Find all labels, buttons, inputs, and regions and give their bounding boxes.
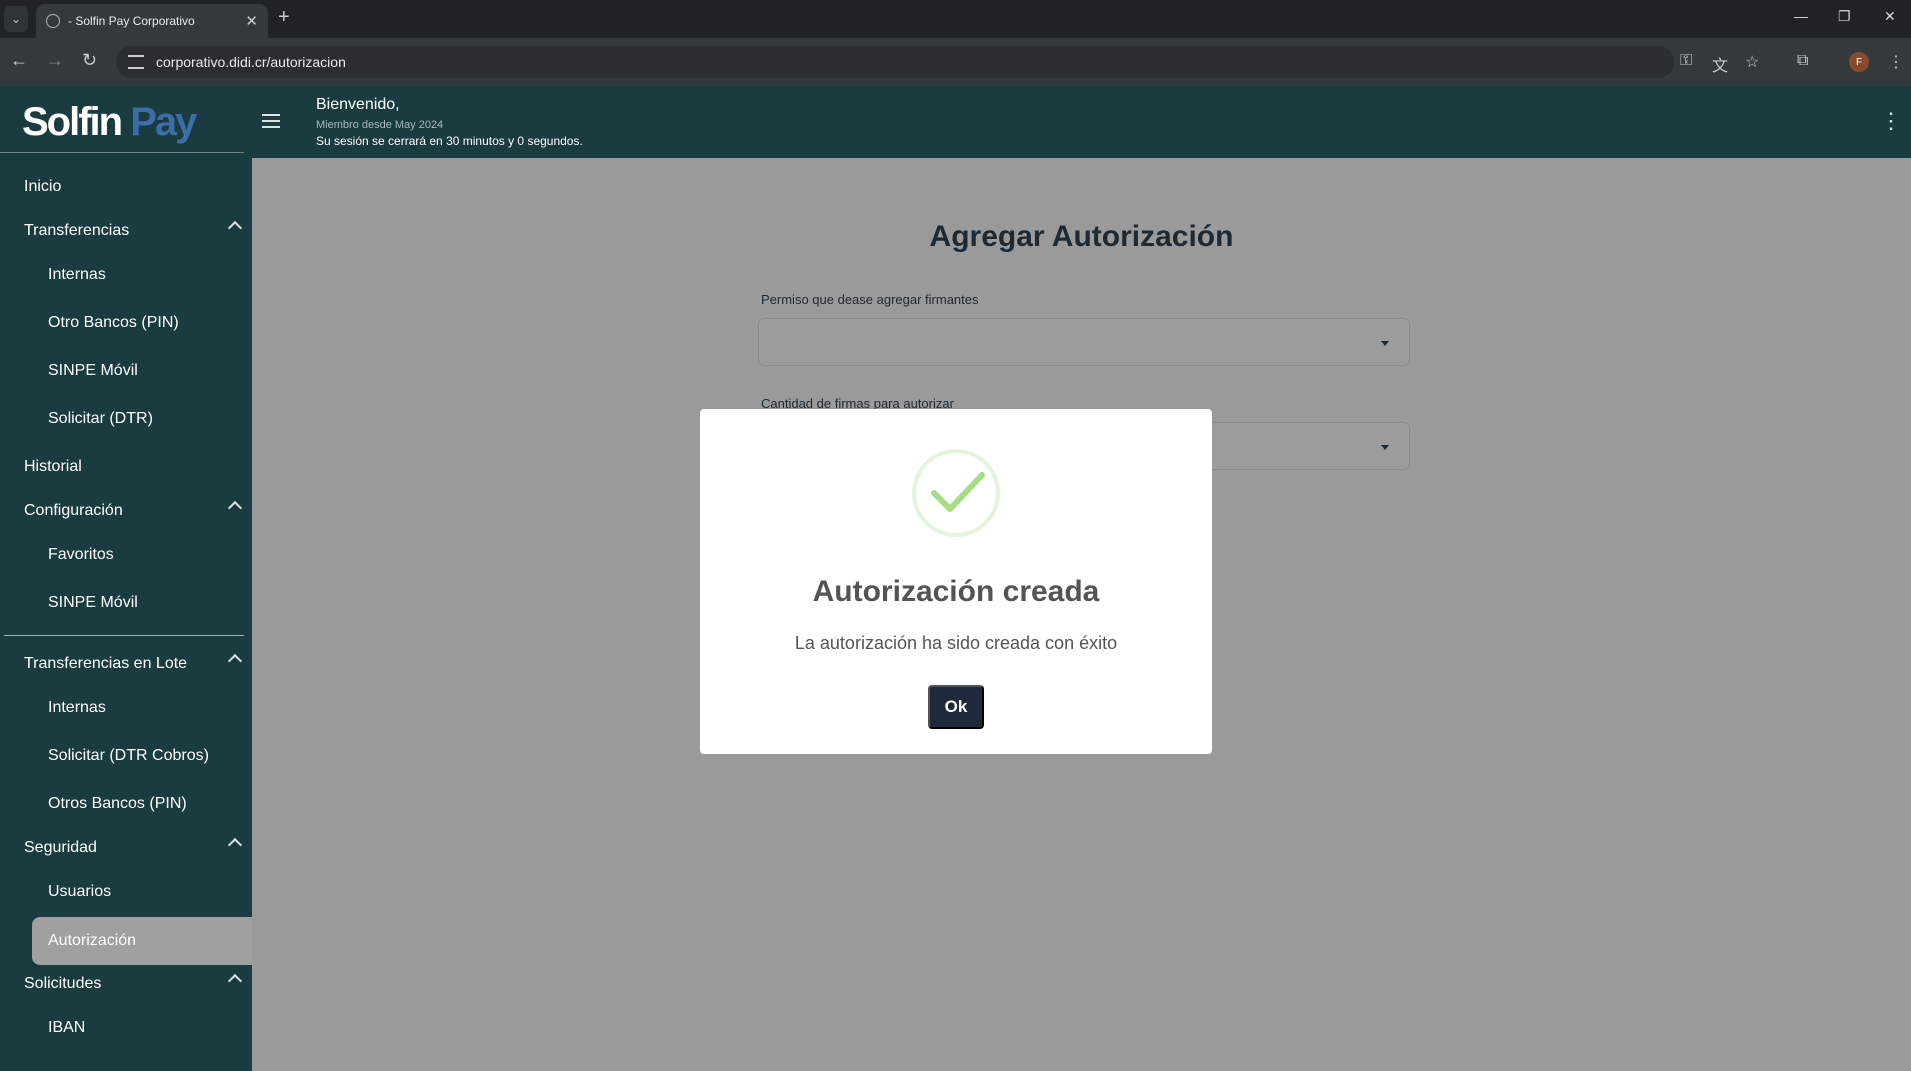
- sidebar-item-label: Otros Bancos (PIN): [48, 795, 187, 812]
- tab-title: - Solfin Pay Corporativo: [68, 14, 195, 28]
- sidebar-item-label: Historial: [24, 458, 82, 475]
- sidebar-item-otros-bancos-pin[interactable]: Otros Bancos (PIN): [0, 784, 252, 824]
- site-settings-icon[interactable]: [128, 55, 144, 69]
- chevron-up-icon: [227, 500, 243, 516]
- welcome-text: Bienvenido,: [316, 96, 400, 113]
- chevron-up-icon: [227, 220, 243, 236]
- more-options-icon[interactable]: ⋮: [1880, 108, 1902, 134]
- sidebar-item-autorizacion[interactable]: Autorización: [32, 917, 252, 965]
- ok-button[interactable]: Ok: [928, 685, 984, 729]
- dialog-message: La autorización ha sido creada con éxito: [794, 633, 1118, 653]
- sidebar-divider: [4, 635, 244, 636]
- hamburger-menu-icon[interactable]: [262, 114, 280, 128]
- solfin-pay-logo: Solfin Pay: [22, 100, 197, 145]
- sidebar-item-inicio[interactable]: Inicio: [0, 167, 252, 207]
- sidebar-item-lote-internas[interactable]: Internas: [0, 688, 252, 728]
- tab-search-button[interactable]: ⌄: [4, 6, 28, 32]
- sidebar-item-label: Usuarios: [48, 883, 112, 900]
- sidebar-item-historial[interactable]: Historial: [0, 447, 252, 487]
- key-icon[interactable]: ⚿: [1680, 52, 1692, 70]
- sidebar-nav: Inicio Transferencias Internas Otro Banc…: [0, 158, 252, 1071]
- back-icon[interactable]: ←: [10, 50, 28, 71]
- restore-icon[interactable]: ❐: [1838, 8, 1851, 25]
- sidebar-item-solicitar-dtr[interactable]: Solicitar (DTR): [0, 399, 252, 439]
- chevron-up-icon: [227, 837, 243, 853]
- sidebar-item-label: SINPE Móvil: [48, 594, 138, 611]
- sidebar-item-label: Solicitar (DTR Cobros): [48, 747, 209, 764]
- sidebar-item-label: Transferencias: [24, 222, 130, 239]
- app-header: Solfin Pay Bienvenido, Miembro desde May…: [0, 86, 1911, 158]
- dialog-title: Autorización creada: [812, 575, 1100, 608]
- sidebar-item-sinpe-movil[interactable]: SINPE Móvil: [0, 351, 252, 391]
- session-timer-text: Su sesión se cerrará en 30 minutos y 0 s…: [316, 134, 583, 148]
- sidebar-item-favoritos[interactable]: Favoritos: [0, 535, 252, 575]
- sidebar-item-label: Solicitudes: [24, 975, 102, 992]
- globe-icon: [46, 14, 60, 28]
- sidebar-item-solicitudes[interactable]: Solicitudes: [0, 964, 252, 1004]
- sidebar-item-label: Inicio: [24, 178, 62, 195]
- new-tab-button[interactable]: +: [278, 6, 290, 29]
- caret-down-icon: [1381, 341, 1389, 346]
- translate-icon[interactable]: 文: [1712, 52, 1728, 76]
- sidebar-item-transferencias[interactable]: Transferencias: [0, 211, 252, 251]
- extensions-icon[interactable]: ⧉: [1797, 52, 1808, 70]
- star-icon[interactable]: ☆: [1745, 52, 1759, 72]
- sidebar-item-otro-bancos-pin[interactable]: Otro Bancos (PIN): [0, 303, 252, 343]
- url-field[interactable]: corporativo.didi.cr/autorizacion: [116, 46, 1674, 78]
- caret-down-icon: [1381, 445, 1389, 450]
- browser-tab-bar: ⌄ - Solfin Pay Corporativo ✕ + — ❐ ✕: [0, 0, 1911, 38]
- sidebar-item-seguridad[interactable]: Seguridad: [0, 828, 252, 868]
- permiso-label: Permiso que dease agregar firmantes: [761, 292, 979, 307]
- forward-icon[interactable]: →: [46, 50, 64, 71]
- sidebar-item-label: Otro Bancos (PIN): [48, 314, 179, 331]
- reload-icon[interactable]: ↻: [82, 50, 97, 71]
- sidebar-item-label: Configuración: [24, 502, 123, 519]
- sidebar-item-usuarios[interactable]: Usuarios: [0, 872, 252, 912]
- success-check-icon: [912, 449, 1000, 537]
- browser-address-bar: ← → ↻ corporativo.didi.cr/autorizacion ⚿…: [0, 38, 1911, 86]
- chevron-up-icon: [227, 973, 243, 989]
- sidebar-item-label: Solicitar (DTR): [48, 410, 153, 427]
- sidebar-item-configuracion[interactable]: Configuración: [0, 491, 252, 531]
- logo-text-pay: Pay: [130, 100, 197, 144]
- sidebar-item-iban[interactable]: IBAN: [0, 1008, 252, 1048]
- chevron-up-icon: [227, 653, 243, 669]
- sidebar-item-label: SINPE Móvil: [48, 362, 138, 379]
- sidebar-item-label: IBAN: [48, 1019, 86, 1036]
- sidebar-item-solicitar-dtr-cobros[interactable]: Solicitar (DTR Cobros): [0, 736, 252, 776]
- sidebar-item-label: Seguridad: [24, 839, 97, 856]
- sidebar-item-internas[interactable]: Internas: [0, 255, 252, 295]
- sidebar-item-label: Transferencias en Lote: [24, 655, 188, 672]
- browser-menu-icon[interactable]: ⋮: [1888, 52, 1904, 72]
- sidebar-item-label: Internas: [48, 266, 106, 283]
- url-text: corporativo.didi.cr/autorizacion: [156, 54, 346, 70]
- permiso-select[interactable]: [758, 318, 1410, 366]
- logo-divider: [0, 152, 244, 153]
- sidebar-item-label: Autorización: [48, 932, 137, 949]
- success-dialog: Autorización creada La autorización ha s…: [700, 409, 1212, 754]
- sidebar-item-transferencias-lote[interactable]: Transferencias en Lote: [0, 644, 252, 684]
- sidebar-item-config-sinpe-movil[interactable]: SINPE Móvil: [0, 583, 252, 623]
- sidebar-item-label: Favoritos: [48, 546, 114, 563]
- browser-tab[interactable]: - Solfin Pay Corporativo ✕: [36, 4, 268, 38]
- logo-text-solfin: Solfin: [22, 100, 123, 144]
- close-window-icon[interactable]: ✕: [1884, 8, 1896, 25]
- profile-avatar[interactable]: F: [1849, 52, 1869, 72]
- close-tab-icon[interactable]: ✕: [245, 12, 258, 30]
- sidebar-item-label: Internas: [48, 699, 106, 716]
- member-since-text: Miembro desde May 2024: [316, 119, 444, 131]
- page-title: Agregar Autorización: [929, 220, 1234, 253]
- minimize-icon[interactable]: —: [1794, 8, 1808, 24]
